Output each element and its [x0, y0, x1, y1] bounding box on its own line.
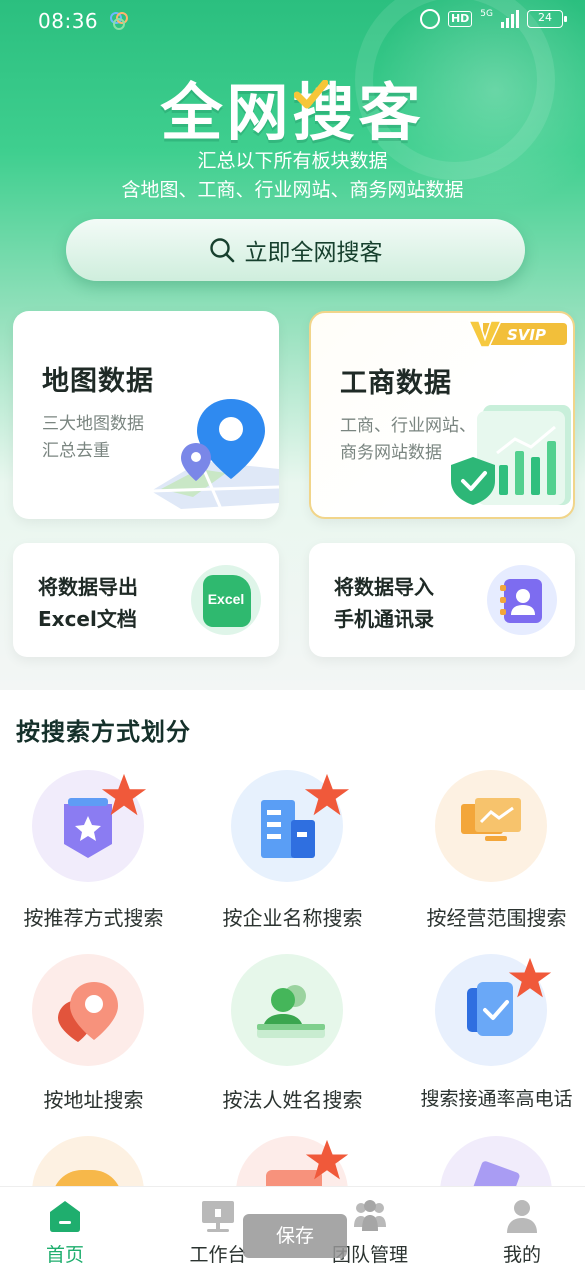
signal-icon	[501, 10, 519, 28]
search-icon	[209, 238, 234, 263]
tab-label: 我的	[502, 1244, 541, 1266]
star-badge-icon	[304, 773, 350, 816]
search-by-address[interactable]: 按地址搜索	[0, 954, 191, 1114]
tab-label: 首页	[45, 1244, 84, 1266]
home-icon	[50, 1201, 80, 1232]
export-excel-card[interactable]: 将数据导出 Excel文档 Excel	[13, 543, 279, 657]
search-high-connect-phone[interactable]: 搜索接通率高电话	[399, 954, 585, 1114]
svg-text:SVIP: SVIP	[507, 326, 546, 344]
map-pin-icon	[150, 399, 279, 510]
card-text-line: 将数据导出	[38, 575, 138, 599]
business-data-card[interactable]: SVIP 工商数据 工商、行业网站、 商务网站数据	[309, 311, 575, 519]
map-data-card[interactable]: 地图数据 三大地图数据 汇总去重	[13, 311, 279, 519]
card-desc: 三大地图数据 汇总去重	[42, 411, 144, 465]
item-label: 搜索接通率高电话	[420, 1088, 573, 1110]
search-by-business-scope[interactable]: 按经营范围搜索	[399, 770, 585, 930]
item-label: 按地址搜索	[43, 1088, 144, 1112]
item-label: 按推荐方式搜索	[23, 906, 164, 930]
search-by-legal-person[interactable]: 按法人姓名搜索	[195, 954, 390, 1114]
alarm-icon	[419, 9, 440, 29]
card-text-line: 将数据导入	[334, 575, 434, 599]
search-all-label: 立即全网搜客	[244, 240, 383, 266]
card-text: 将数据导入 手机通讯录	[334, 571, 434, 635]
contact-book-icon	[487, 565, 557, 635]
card-text-line: Excel文档	[38, 607, 137, 631]
profile-icon	[507, 1200, 537, 1233]
hero-subtitle-1: 汇总以下所有板块数据	[197, 150, 388, 172]
card-text-line: 手机通讯录	[334, 607, 434, 631]
app-notification-icon	[110, 12, 128, 30]
card-title: 工商数据	[340, 368, 452, 399]
item-label: 按经营范围搜索	[426, 906, 567, 930]
team-icon	[354, 1200, 386, 1231]
import-contacts-card[interactable]: 将数据导入 手机通讯录	[309, 543, 575, 657]
status-time: 08:36	[38, 9, 99, 33]
person-icon	[257, 985, 325, 1038]
screen-icon	[461, 798, 521, 841]
section-title: 按搜索方式划分	[16, 718, 191, 746]
status-icons: HD 5G 24	[419, 8, 567, 29]
location-icon	[58, 982, 118, 1042]
app-screen: 08:36 HD 5G 24 全网搜客 汇总以下所有板块数据 含地图、工商、行业…	[0, 0, 585, 1272]
hd-badge: HD	[447, 11, 473, 27]
tab-me[interactable]: 我的	[449, 1187, 585, 1272]
network-type: 5G	[480, 8, 493, 19]
search-by-recommend[interactable]: 按推荐方式搜索	[0, 770, 191, 930]
star-badge-icon	[508, 957, 552, 998]
checkmark-icon	[294, 80, 328, 109]
workbench-icon	[202, 1201, 234, 1232]
excel-icon: Excel	[191, 565, 261, 635]
star-badge-icon	[305, 1139, 349, 1180]
search-by-company-name[interactable]: 按企业名称搜索	[195, 770, 390, 930]
star-badge-icon	[101, 773, 147, 816]
save-toast: 保存	[243, 1214, 347, 1258]
chart-shield-icon	[451, 405, 571, 505]
status-bar: 08:36 HD 5G 24	[0, 0, 585, 44]
item-label: 按法人姓名搜索	[222, 1088, 363, 1112]
card-title: 地图数据	[42, 366, 154, 397]
card-desc-line: 汇总去重	[42, 441, 110, 461]
card-desc-line: 三大地图数据	[42, 414, 144, 434]
hero-subtitle-2: 含地图、工商、行业网站、商务网站数据	[121, 179, 464, 201]
battery-icon: 24	[527, 10, 567, 28]
hero-title: 全网搜客	[160, 76, 425, 149]
excel-icon-text: Excel	[207, 591, 245, 607]
svip-badge-icon: SVIP	[467, 320, 567, 348]
item-label: 按企业名称搜索	[222, 906, 363, 930]
search-all-button[interactable]: 立即全网搜客	[66, 219, 525, 281]
card-text: 将数据导出 Excel文档	[38, 571, 138, 635]
tab-home[interactable]: 首页	[0, 1187, 138, 1272]
